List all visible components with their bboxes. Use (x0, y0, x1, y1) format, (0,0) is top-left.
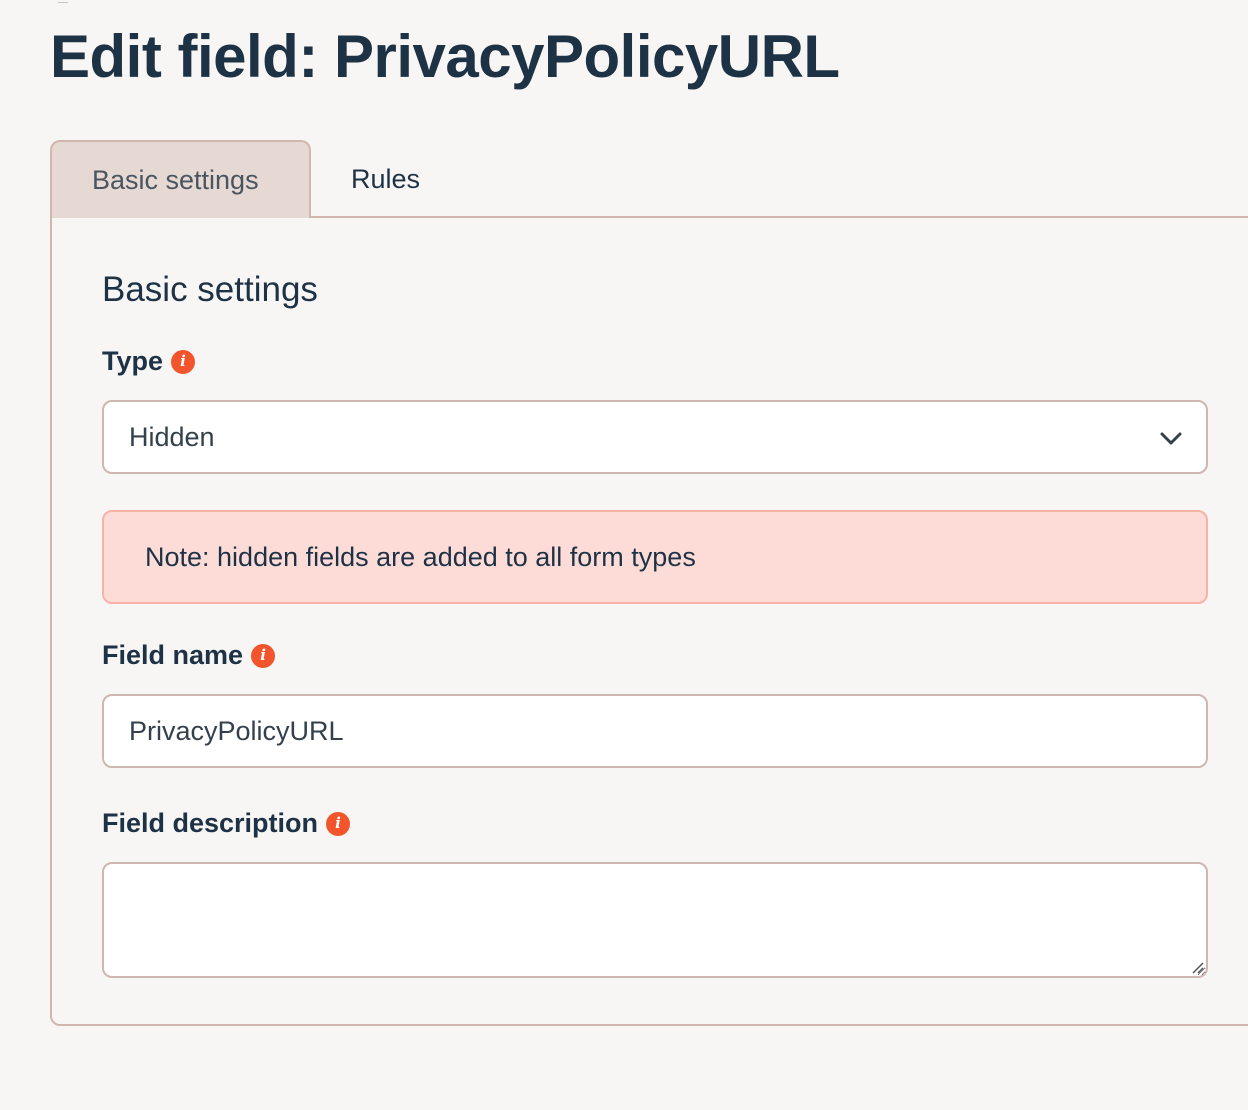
note-text: Note: hidden fields are added to all for… (145, 541, 696, 572)
section-title: Basic settings (102, 270, 318, 309)
type-label: Type (102, 346, 164, 376)
chevron-down-icon (1160, 432, 1182, 445)
type-label-group: Type i (102, 346, 196, 377)
info-icon[interactable]: i (251, 643, 276, 668)
field-description-label-group: Field description i (102, 808, 351, 839)
field-name-label: Field name (102, 640, 244, 670)
type-selected-value: Hidden (129, 421, 215, 452)
tab-rules[interactable]: Rules (311, 140, 460, 218)
field-name-label-group: Field name i (102, 640, 276, 671)
type-select[interactable]: Hidden (102, 400, 1208, 474)
info-icon[interactable]: i (171, 349, 196, 374)
field-description-label: Field description (102, 808, 319, 838)
page-title: Edit field: PrivacyPolicyURL (50, 23, 840, 90)
basic-settings-panel: Basic settings Type i Hidden Note: hidde… (50, 216, 1248, 1026)
edit-field-page: Edit field: PrivacyPolicyURL Basic setti… (0, 0, 1248, 1110)
tab-basic-settings[interactable]: Basic settings (50, 140, 311, 218)
info-icon[interactable]: i (326, 811, 351, 836)
clipped-top-element (58, 0, 68, 3)
hidden-field-note: Note: hidden fields are added to all for… (102, 510, 1208, 604)
field-name-input[interactable] (102, 694, 1208, 768)
field-description-textarea[interactable] (102, 862, 1208, 978)
tab-bar: Basic settings Rules (50, 140, 460, 218)
